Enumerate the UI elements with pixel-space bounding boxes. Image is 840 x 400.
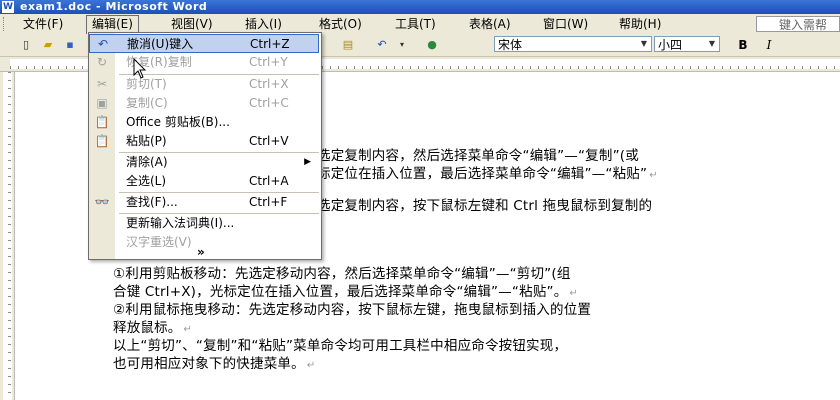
bold-button[interactable]: B: [734, 36, 752, 54]
font-size-value: 小四: [658, 38, 683, 52]
font-size-combo[interactable]: 小四 ▼: [654, 36, 720, 52]
menu-item-find[interactable]: 👓 查找(F)... Ctrl+F: [89, 193, 319, 212]
title-bar: W exam1.doc - Microsoft Word: [0, 0, 840, 14]
hyperlink-icon[interactable]: ●: [424, 37, 440, 53]
scissors-icon: ✂: [96, 77, 108, 91]
font-name-value: 宋体: [498, 38, 523, 52]
paste-toolbar-icon[interactable]: ▤: [340, 37, 356, 53]
menu-item-office-clipboard[interactable]: 📋 Office 剪贴板(B)...: [89, 113, 319, 132]
chevron-down-icon[interactable]: ▼: [637, 37, 651, 51]
doc-line[interactable]: 合键 Ctrl+X)，光标定位在插入位置，最后选择菜单命令“编辑”—“粘贴”。 ↵: [113, 280, 578, 300]
undo-toolbar-icon[interactable]: ↶: [374, 37, 390, 53]
menu-help[interactable]: 帮助(H): [614, 16, 666, 32]
doc-line[interactable]: 以上“剪切”、“复制”和“粘贴”菜单命令均可用工具栏中相应命令按钮实现，: [113, 334, 567, 354]
redo-icon: ↻: [96, 55, 108, 69]
doc-line[interactable]: ②利用鼠标拖曳移动：先选定移动内容，按下鼠标左键，拖曳鼠标到插入的位置: [113, 298, 591, 318]
submenu-arrow-icon: ▶: [304, 157, 311, 167]
undo-icon: ↶: [97, 37, 109, 51]
menubar-grip[interactable]: [3, 17, 7, 31]
menu-format[interactable]: 格式(O): [314, 16, 367, 32]
menu-item-select-all[interactable]: 全选(L) Ctrl+A: [89, 172, 319, 191]
doc-line[interactable]: 选定复制内容，然后选择菜单命令“编辑”—“复制”(或: [317, 144, 639, 164]
menu-item-copy[interactable]: ▣ 复制(C) Ctrl+C: [89, 94, 319, 113]
menu-item-paste[interactable]: 📋 粘贴(P) Ctrl+V: [89, 132, 319, 151]
menu-item-undo[interactable]: ↶ 撤消(U)键入 Ctrl+Z: [89, 34, 319, 53]
new-document-icon[interactable]: ▯: [18, 37, 34, 53]
menu-item-redo[interactable]: ↻ 恢复(R)复制 Ctrl+Y: [89, 53, 319, 72]
copy-icon: ▣: [96, 96, 108, 110]
menu-file[interactable]: 文件(F): [18, 16, 68, 32]
italic-button[interactable]: I: [760, 36, 778, 54]
menu-table[interactable]: 表格(A): [464, 16, 516, 32]
paste-icon: 📋: [94, 134, 110, 148]
menu-expand-button[interactable]: »: [89, 245, 319, 259]
mouse-cursor-icon: [133, 58, 147, 79]
doc-line[interactable]: 标定位在插入位置，最后选择菜单命令“编辑”—“粘贴” ↵: [317, 162, 658, 182]
vertical-ruler-scale: [3, 72, 12, 400]
chevron-double-down-icon: »: [197, 245, 205, 259]
menu-tools[interactable]: 工具(T): [390, 16, 441, 32]
doc-line[interactable]: 选定复制内容，按下鼠标左键和 Ctrl 拖曳鼠标到复制的: [317, 194, 652, 214]
open-folder-icon[interactable]: ▰: [40, 37, 56, 53]
binoculars-icon: 👓: [94, 195, 110, 209]
menu-insert[interactable]: 插入(I): [240, 16, 287, 32]
window-title: exam1.doc - Microsoft Word: [20, 0, 208, 13]
save-icon[interactable]: ▪: [62, 37, 78, 53]
menu-item-cut[interactable]: ✂ 剪切(T) Ctrl+X: [89, 75, 319, 94]
font-name-combo[interactable]: 宋体 ▼: [494, 36, 652, 52]
undo-dropdown-icon[interactable]: ▾: [394, 37, 410, 53]
menu-window[interactable]: 窗口(W): [538, 16, 593, 32]
doc-line[interactable]: 也可用相应对象下的快捷菜单。 ↵: [113, 352, 315, 372]
menu-view[interactable]: 视图(V): [166, 16, 218, 32]
doc-line[interactable]: ①利用剪贴板移动：先选定移动内容，然后选择菜单命令“编辑”—“剪切”(组: [113, 262, 571, 282]
chevron-down-icon[interactable]: ▼: [705, 37, 719, 51]
menu-item-clear[interactable]: 清除(A) ▶: [89, 153, 319, 172]
clipboard-icon: 📋: [94, 115, 110, 129]
doc-line[interactable]: 释放鼠标。 ↵: [113, 316, 192, 336]
word-app-icon: W: [2, 1, 14, 13]
help-search-box[interactable]: 键入需帮: [756, 16, 840, 32]
edit-menu-dropdown: ↶ 撤消(U)键入 Ctrl+Z ↻ 恢复(R)复制 Ctrl+Y ✂ 剪切(T…: [88, 32, 322, 260]
vertical-ruler[interactable]: [0, 72, 15, 400]
menu-item-update-ime-dictionary[interactable]: 更新输入法词典(I)...: [89, 214, 319, 233]
